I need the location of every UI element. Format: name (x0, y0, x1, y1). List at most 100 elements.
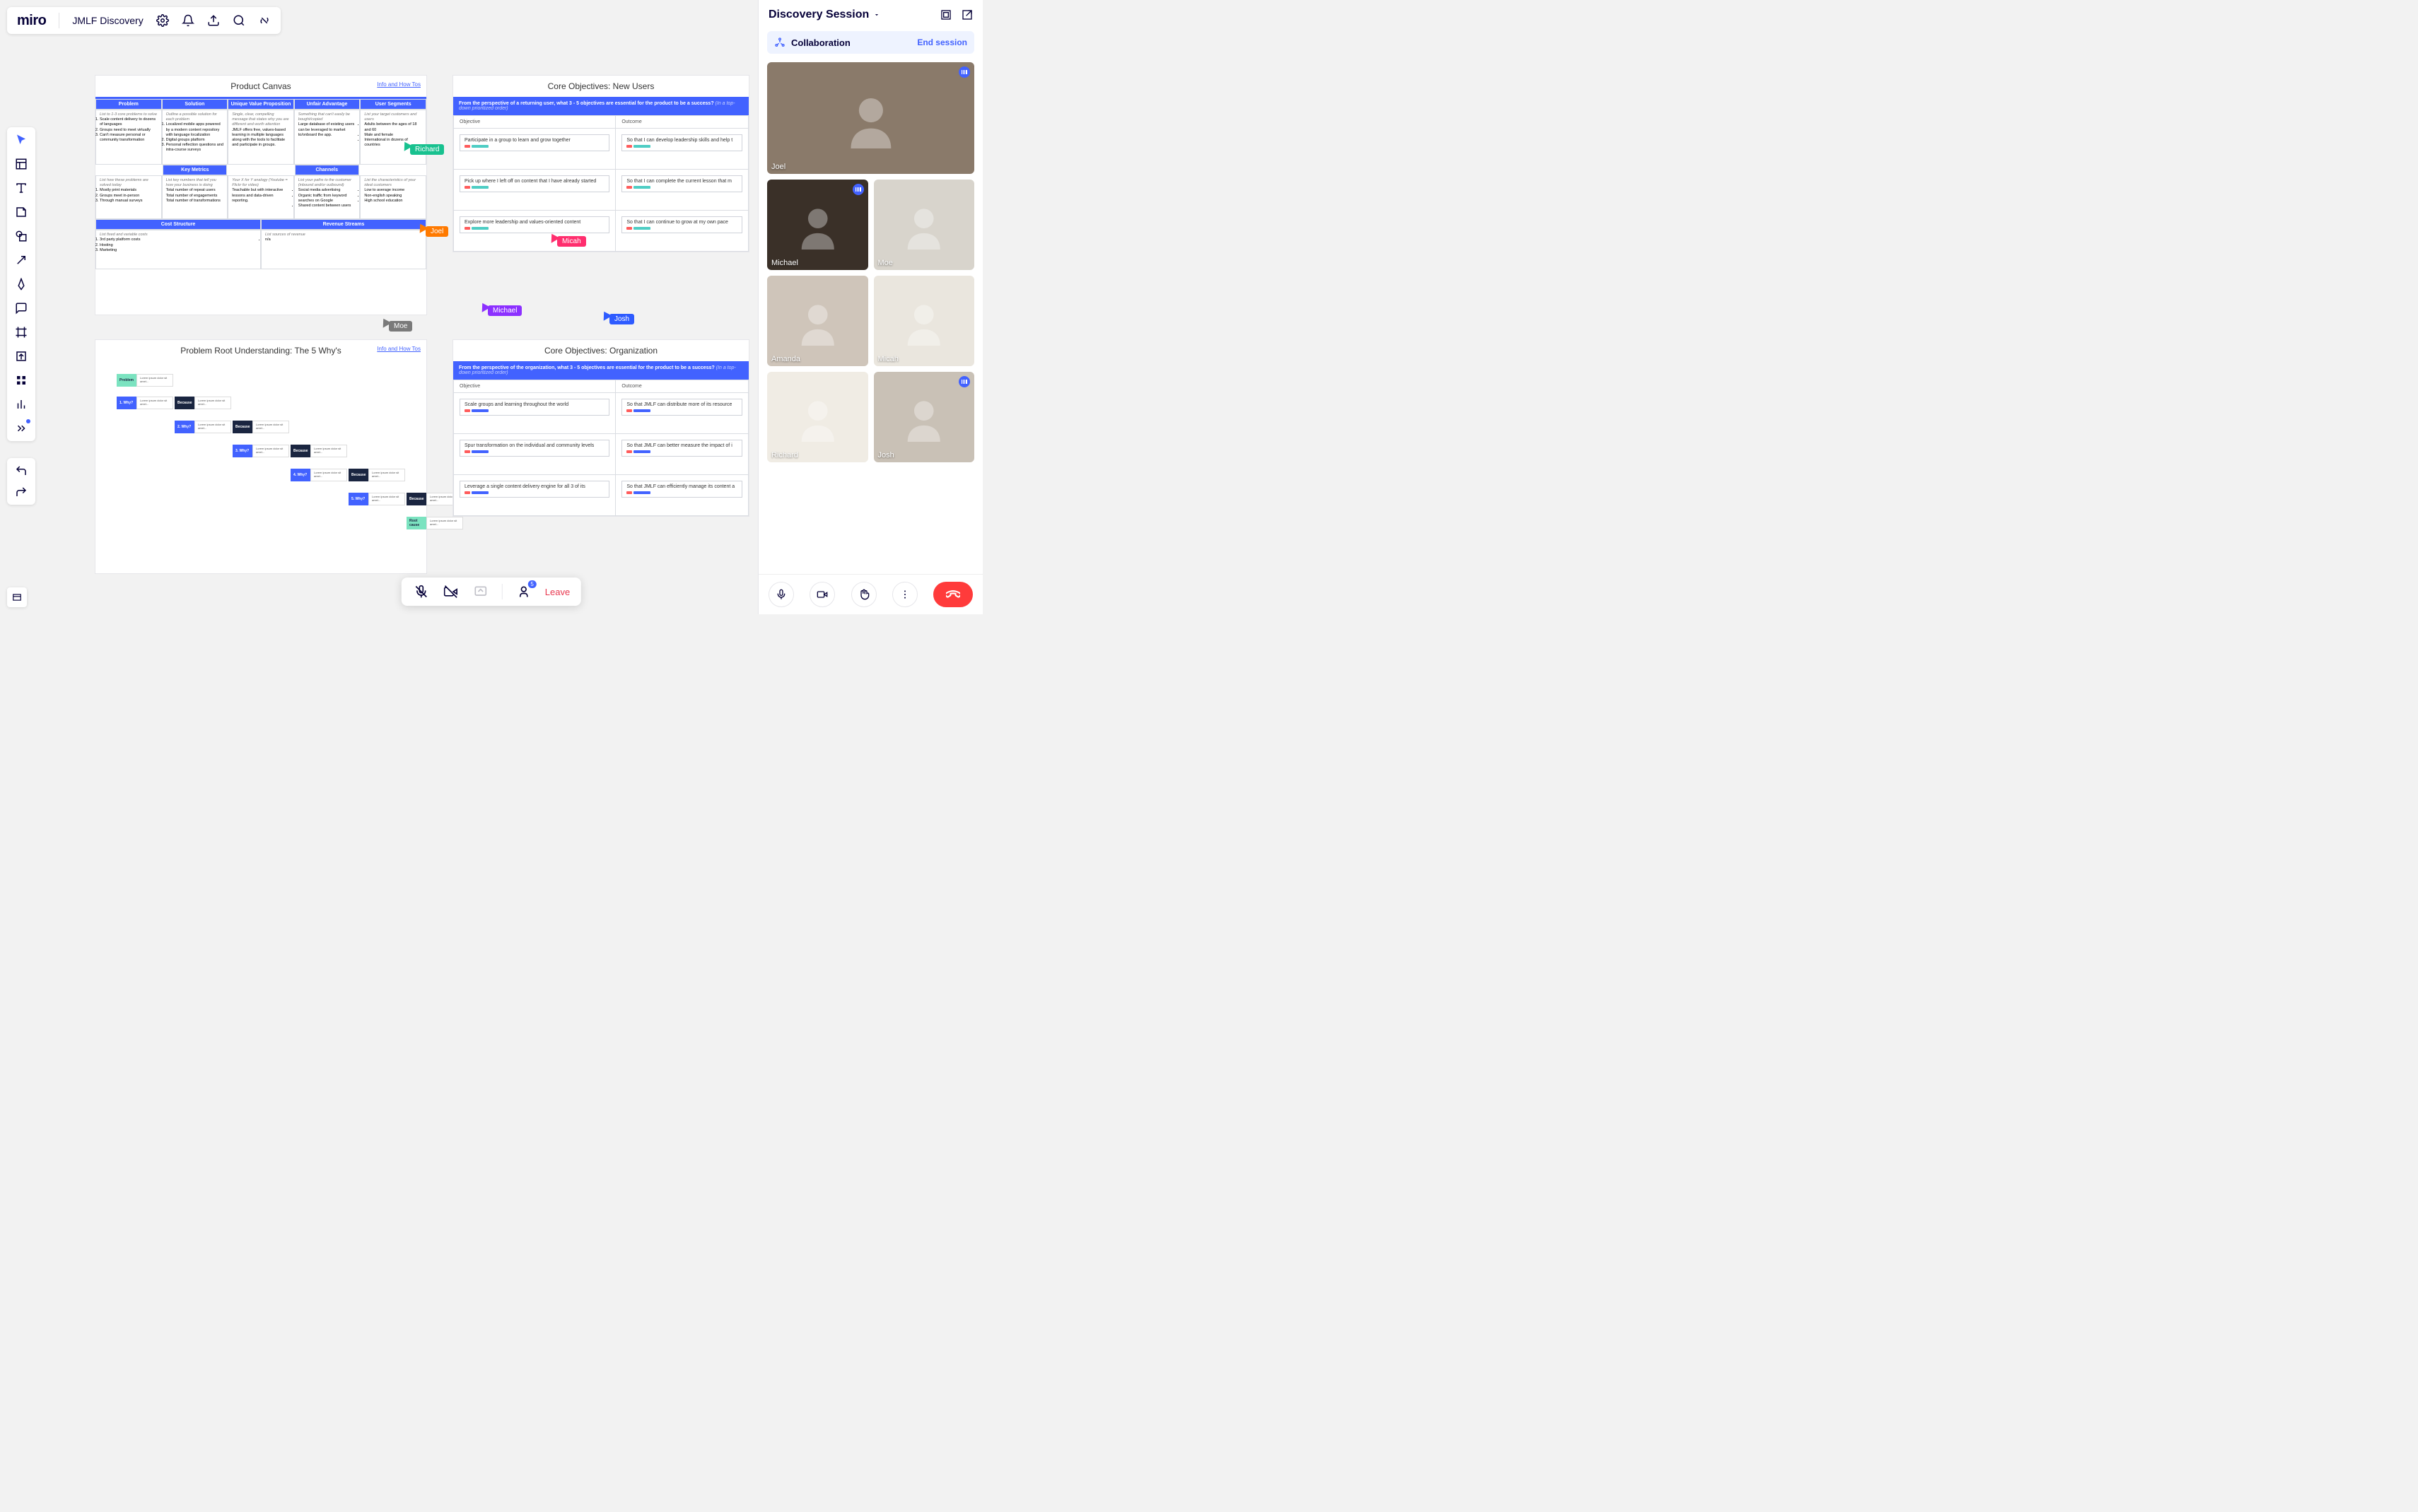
video-tile[interactable]: Micah (874, 276, 975, 366)
participant-count-badge: 5 (527, 580, 536, 588)
pen-tool[interactable] (14, 277, 28, 291)
objective-card[interactable]: Leverage a single content delivery engin… (460, 481, 609, 498)
frame-product-canvas[interactable]: Product Canvas Info and How Tos Problem … (95, 75, 427, 315)
leave-button[interactable]: Leave (545, 587, 570, 597)
objective-card[interactable]: Participate in a group to learn and grow… (460, 134, 609, 151)
pc-cell[interactable]: List to 1-3 core problems to solve Scale… (95, 110, 162, 165)
table-row[interactable]: Leverage a single content delivery engin… (454, 475, 749, 516)
user-cursor: Richard (402, 144, 444, 155)
video-tile[interactable]: Richard (767, 372, 868, 462)
frame-core-new-users[interactable]: Core Objectives: New Users From the pers… (452, 75, 749, 252)
user-cursor: Michael (479, 305, 522, 316)
outcome-card[interactable]: So that JMLF can distribute more of its … (621, 399, 742, 416)
select-tool[interactable] (14, 133, 28, 147)
user-cursor: Micah (549, 236, 586, 247)
why-card[interactable]: 5. Why?Lorem ipsum dolor sit amet... (349, 493, 405, 505)
board-name[interactable]: JMLF Discovery (72, 15, 143, 26)
apps-tool[interactable] (14, 373, 28, 387)
participants-button[interactable]: 5 (515, 583, 532, 600)
settings-icon[interactable] (156, 14, 169, 27)
layout-icon[interactable] (940, 9, 952, 20)
share-screen-button[interactable] (472, 583, 489, 600)
frame-core-org[interactable]: Core Objectives: Organization From the p… (452, 339, 749, 517)
video-tile[interactable]: Josh (874, 372, 975, 462)
video-tile[interactable]: Michael (767, 180, 868, 270)
pc-cell[interactable]: Something that can't easily be bought/co… (294, 110, 361, 165)
pc-header: Channels (295, 165, 359, 175)
video-tile[interactable]: Moe (874, 180, 975, 270)
pc-cell[interactable]: List how these problems are solved today… (95, 175, 162, 219)
objective-card[interactable]: Scale groups and learning throughout the… (460, 399, 609, 416)
why-card[interactable]: BecauseLorem ipsum dolor sit amet... (175, 397, 231, 409)
pc-cell[interactable]: Outline a possible solution for each pro… (162, 110, 228, 165)
template-tool[interactable] (14, 157, 28, 171)
arrow-tool[interactable] (14, 253, 28, 267)
frame-five-whys[interactable]: Problem Root Understanding: The 5 Why's … (95, 339, 427, 574)
why-card[interactable]: 2. Why?Lorem ipsum dolor sit amet... (175, 421, 231, 433)
why-card[interactable]: 4. Why?Lorem ipsum dolor sit amet... (291, 469, 347, 481)
export-icon[interactable] (207, 14, 220, 27)
more-options-button[interactable] (892, 582, 918, 607)
camera-button[interactable] (810, 582, 835, 607)
why-card[interactable]: Root causeLorem ipsum dolor sit amet... (407, 517, 463, 529)
outcome-card[interactable]: So that JMLF can better measure the impa… (621, 440, 742, 457)
pc-cell[interactable]: List key numbers that tell you how your … (162, 175, 228, 219)
bell-icon[interactable] (182, 14, 194, 27)
outcome-card[interactable]: So that I can continue to grow at my own… (621, 216, 742, 233)
table-row[interactable]: Scale groups and learning throughout the… (454, 393, 749, 434)
table-row[interactable]: Pick up where I left off on content that… (454, 170, 749, 211)
co-banner: From the perspective of a returning user… (453, 97, 749, 115)
pc-cell[interactable]: Your X for Y analogy (Youtube = Flickr f… (228, 175, 294, 219)
camera-off-button[interactable] (443, 583, 460, 600)
pc-cell[interactable]: List your paths to the customer (inbound… (294, 175, 361, 219)
sticky-note-tool[interactable] (14, 205, 28, 219)
mic-button[interactable] (769, 582, 794, 607)
search-icon[interactable] (233, 14, 245, 27)
objective-card[interactable]: Pick up where I left off on content that… (460, 175, 609, 192)
mic-muted-button[interactable] (413, 583, 430, 600)
canvas[interactable]: Product Canvas Info and How Tos Problem … (42, 41, 758, 614)
table-row[interactable]: Explore more leadership and values-orien… (454, 211, 749, 252)
info-link[interactable]: Info and How Tos (377, 81, 421, 88)
hangup-button[interactable] (933, 582, 973, 607)
outcome-card[interactable]: So that JMLF can efficiently manage its … (621, 481, 742, 498)
raise-hand-button[interactable] (851, 582, 877, 607)
upload-tool[interactable] (14, 349, 28, 363)
text-tool[interactable] (14, 181, 28, 195)
pc-cell[interactable]: Single, clear, compelling message that s… (228, 110, 294, 165)
pc-cell[interactable]: List your target customers and users Adu… (360, 110, 426, 165)
comment-tool[interactable] (14, 301, 28, 315)
undo-button[interactable] (14, 464, 28, 478)
popout-icon[interactable] (962, 9, 973, 20)
more-tools[interactable] (14, 421, 28, 435)
table-row[interactable]: Spur transformation on the individual an… (454, 434, 749, 475)
video-tile[interactable]: Amanda (767, 276, 868, 366)
plugin-icon[interactable] (258, 14, 271, 27)
why-card[interactable]: BecauseLorem ipsum dolor sit amet... (233, 421, 289, 433)
session-title[interactable]: Discovery Session (769, 8, 880, 21)
map-toggle-button[interactable] (7, 587, 27, 607)
top-header: miro JMLF Discovery (7, 7, 281, 34)
outcome-card[interactable]: So that I can develop leadership skills … (621, 134, 742, 151)
why-card[interactable]: BecauseLorem ipsum dolor sit amet... (291, 445, 347, 457)
why-card[interactable]: 1. Why?Lorem ipsum dolor sit amet... (117, 397, 173, 409)
participant-name: Amanda (771, 355, 800, 363)
frame-tool[interactable] (14, 325, 28, 339)
pc-cell[interactable]: List sources of revenue n/a (261, 230, 426, 269)
table-row[interactable]: Participate in a group to learn and grow… (454, 129, 749, 170)
outcome-card[interactable]: So that I can complete the current lesso… (621, 175, 742, 192)
pc-cell[interactable]: List fixed and variable costs 3rd party … (95, 230, 261, 269)
why-card[interactable]: 3. Why?Lorem ipsum dolor sit amet... (233, 445, 289, 457)
avatar-placeholder (767, 62, 974, 174)
objective-card[interactable]: Spur transformation on the individual an… (460, 440, 609, 457)
why-card[interactable]: ProblemLorem ipsum dolor sit amet... (117, 374, 173, 387)
info-link[interactable]: Info and How Tos (377, 346, 421, 352)
objective-card[interactable]: Explore more leadership and values-orien… (460, 216, 609, 233)
shape-tool[interactable] (14, 229, 28, 243)
end-session-button[interactable]: End session (917, 37, 967, 47)
video-tile[interactable]: Joel (767, 62, 974, 174)
why-card[interactable]: BecauseLorem ipsum dolor sit amet... (349, 469, 405, 481)
redo-button[interactable] (14, 485, 28, 499)
pc-cell[interactable]: List the characteristics of your ideal c… (360, 175, 426, 219)
chart-tool[interactable] (14, 397, 28, 411)
